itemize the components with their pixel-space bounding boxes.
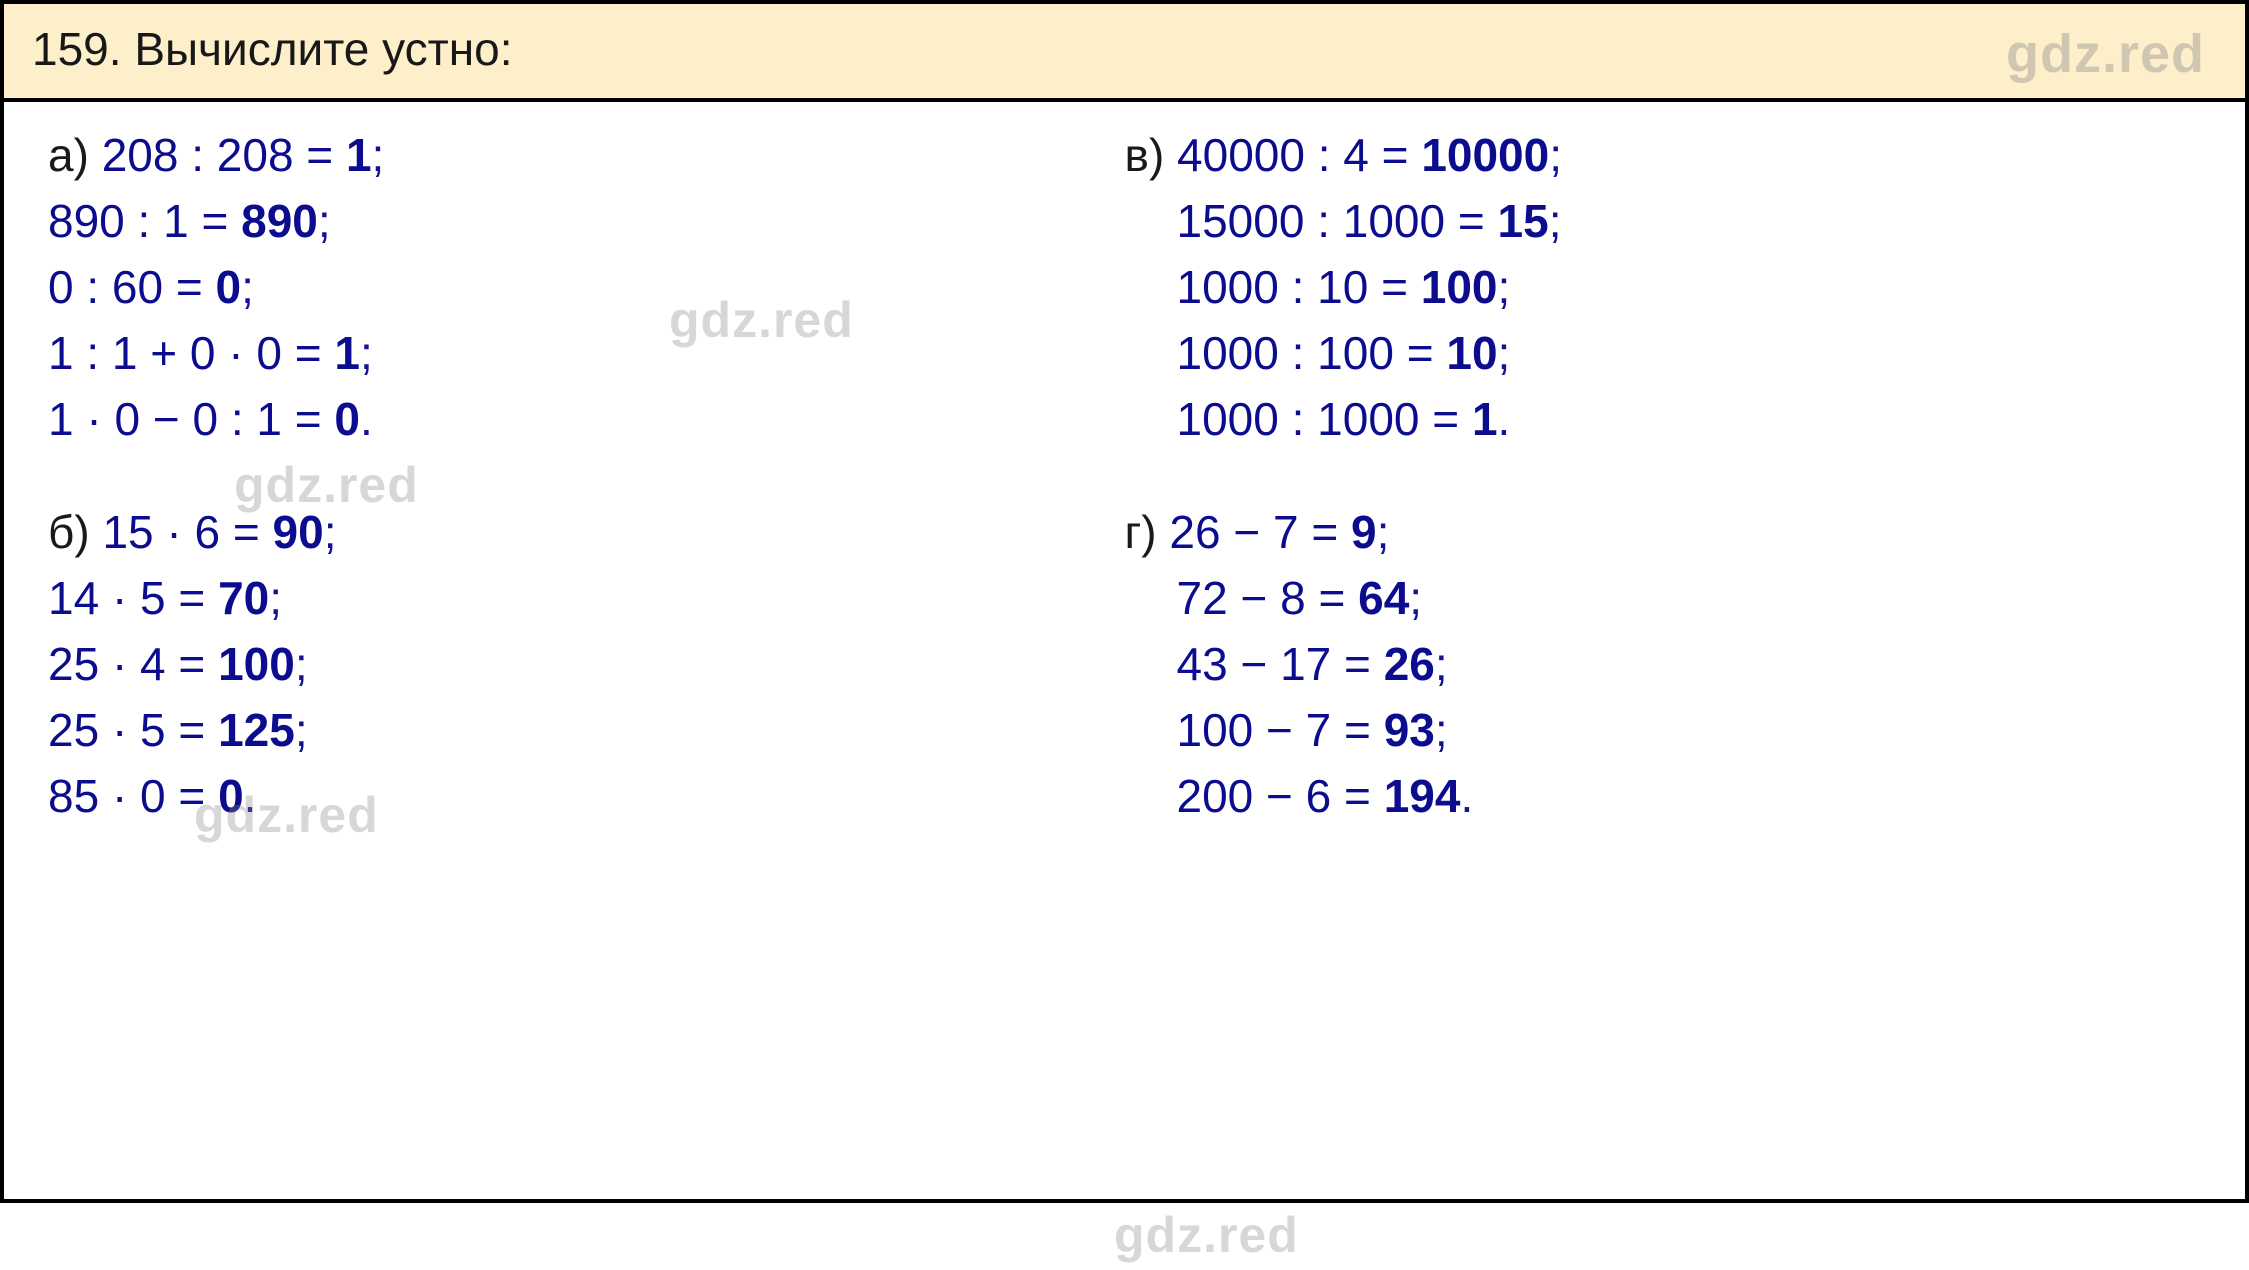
expr-text: 25 · 4 = [48,638,218,690]
punct-text: ; [269,572,282,624]
group-b-line-5: 85 · 0 = 0. [48,763,1125,829]
punct-text: ; [1377,506,1390,558]
punct-text: ; [1409,572,1422,624]
expr-text: 200 − 6 = [1177,770,1384,822]
group-a-label: а) [48,129,89,181]
expr-text: 40000 : 4 = [1177,129,1421,181]
task-header: 159. Вычислите устно: gdz.red [4,4,2245,102]
answer-text: 100 [1421,261,1498,313]
expr-text: 25 · 5 = [48,704,218,756]
punct-text: ; [372,129,385,181]
expr-text: 15000 : 1000 = [1177,195,1498,247]
expr-text: 72 − 8 = [1177,572,1359,624]
punct-text: ; [295,638,308,690]
expr-text: 100 − 7 = [1177,704,1384,756]
expr-text: 1 · 0 − 0 : 1 = [48,393,334,445]
answer-text: 1 [1472,393,1498,445]
group-a: а) 208 : 208 = 1; 890 : 1 = 890; 0 : 60 … [48,122,1125,452]
punct-text: ; [324,506,337,558]
punct-text: ; [1549,129,1562,181]
punct-text: . [244,770,257,822]
expr-text: 43 − 17 = [1177,638,1384,690]
punct-text: ; [318,195,331,247]
left-column: а) 208 : 208 = 1; 890 : 1 = 890; 0 : 60 … [48,122,1125,1181]
group-a-line-2: 890 : 1 = 890; [48,188,1125,254]
answer-text: 10 [1446,327,1497,379]
punct-text: . [360,393,373,445]
group-b: б) 15 · 6 = 90; 14 · 5 = 70; 25 · 4 = 10… [48,499,1125,829]
group-a-line-1: а) 208 : 208 = 1; [48,122,1125,188]
group-b-line-4: 25 · 5 = 125; [48,697,1125,763]
answer-text: 93 [1384,704,1435,756]
expr-text: 890 : 1 = [48,195,241,247]
group-g-line-1: г) 26 − 7 = 9; [1125,499,2202,565]
punct-text: ; [1498,327,1511,379]
expr-text: 14 · 5 = [48,572,218,624]
punct-text: ; [1435,638,1448,690]
expr-text: 1000 : 100 = [1177,327,1447,379]
expr-text: 85 · 0 = [48,770,218,822]
punct-text: ; [360,327,373,379]
group-b-line-1: б) 15 · 6 = 90; [48,499,1125,565]
group-a-line-5: 1 · 0 − 0 : 1 = 0. [48,386,1125,452]
task-title: Вычислите устно: [134,23,512,75]
expr-text: 26 − 7 = [1169,506,1351,558]
answer-text: 100 [218,638,295,690]
group-b-label: б) [48,506,90,558]
group-v-line-3: 1000 : 10 = 100; [1125,254,2202,320]
group-b-line-2: 14 · 5 = 70; [48,565,1125,631]
answer-text: 125 [218,704,295,756]
answer-text: 15 [1498,195,1549,247]
group-a-line-4: 1 : 1 + 0 · 0 = 1; [48,320,1125,386]
punct-text: ; [1498,261,1511,313]
group-g-line-4: 100 − 7 = 93; [1125,697,2202,763]
answer-text: 26 [1384,638,1435,690]
answer-text: 64 [1358,572,1409,624]
punct-text: ; [295,704,308,756]
group-g-line-2: 72 − 8 = 64; [1125,565,2202,631]
punct-text: ; [1435,704,1448,756]
page-container: 159. Вычислите устно: gdz.red gdz.red gd… [0,0,2249,1203]
punct-text: ; [1549,195,1562,247]
punct-text: . [1460,770,1473,822]
task-number: 159. [32,23,122,75]
content-area: gdz.red gdz.red gdz.red gdz.red а) 208 :… [4,102,2245,1201]
group-a-line-3: 0 : 60 = 0; [48,254,1125,320]
group-g-line-5: 200 − 6 = 194. [1125,763,2202,829]
group-v-line-2: 15000 : 1000 = 15; [1125,188,2202,254]
answer-text: 0 [216,261,242,313]
expr-text: 0 : 60 = [48,261,216,313]
group-g-line-3: 43 − 17 = 26; [1125,631,2202,697]
group-b-line-3: 25 · 4 = 100; [48,631,1125,697]
columns: а) 208 : 208 = 1; 890 : 1 = 890; 0 : 60 … [48,122,2201,1181]
expr-text: 15 · 6 = [102,506,272,558]
group-v: в) 40000 : 4 = 10000; 15000 : 1000 = 15;… [1125,122,2202,452]
answer-text: 9 [1351,506,1377,558]
group-g: г) 26 − 7 = 9; 72 − 8 = 64; 43 − 17 = 26… [1125,499,2202,829]
group-v-line-5: 1000 : 1000 = 1. [1125,386,2202,452]
answer-text: 194 [1384,770,1461,822]
expr-text: 1 : 1 + 0 · 0 = [48,327,334,379]
expr-text: 1000 : 1000 = [1177,393,1472,445]
watermark-4: gdz.red [1114,1202,1299,1270]
answer-text: 90 [273,506,324,558]
punct-text: ; [241,261,254,313]
answer-text: 0 [218,770,244,822]
group-v-line-4: 1000 : 100 = 10; [1125,320,2202,386]
group-g-label: г) [1125,506,1157,558]
punct-text: . [1498,393,1511,445]
group-v-line-1: в) 40000 : 4 = 10000; [1125,122,2202,188]
watermark-header: gdz.red [2006,18,2205,91]
right-column: в) 40000 : 4 = 10000; 15000 : 1000 = 15;… [1125,122,2202,1181]
expr-text: 1000 : 10 = [1177,261,1421,313]
answer-text: 1 [334,327,360,379]
answer-text: 890 [241,195,318,247]
answer-text: 10000 [1421,129,1549,181]
answer-text: 70 [218,572,269,624]
group-v-label: в) [1125,129,1165,181]
expr-text: 208 : 208 = [102,129,346,181]
answer-text: 0 [334,393,360,445]
answer-text: 1 [346,129,372,181]
